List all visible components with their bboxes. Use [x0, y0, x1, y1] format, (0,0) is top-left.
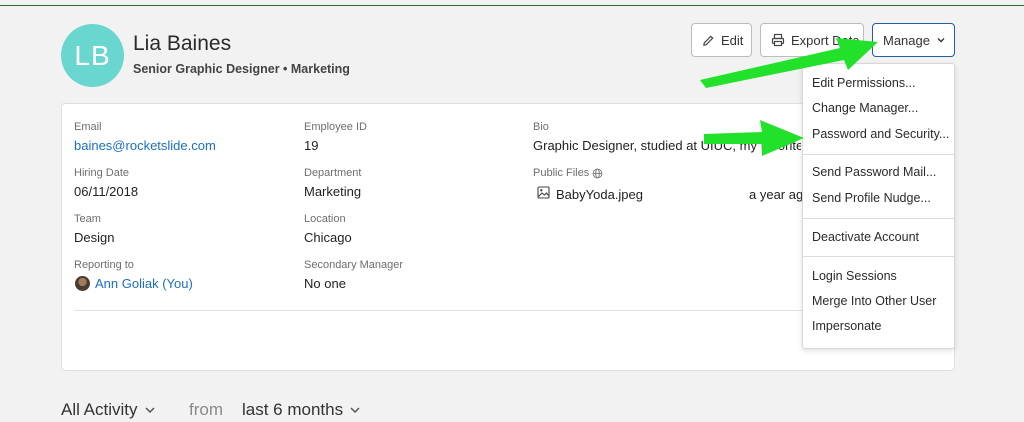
activity-range-label: last 6 months [242, 400, 344, 419]
hiring-date-value: 06/11/2018 [74, 184, 139, 199]
file-timestamp: a year ago [749, 187, 802, 202]
public-files-label-text: Public Files [533, 167, 590, 179]
menu-item-edit-permissions[interactable]: Edit Permissions... [812, 76, 916, 90]
email-link[interactable]: baines@rocketslide.com [74, 138, 216, 153]
manage-button[interactable]: Manage [872, 23, 955, 57]
profile-subtitle: Senior Graphic Designer • Marketing [133, 62, 350, 76]
menu-item-impersonate[interactable]: Impersonate [812, 319, 881, 333]
bio-value: Graphic Designer, studied at UIUC, my fa… [533, 138, 801, 153]
location-label: Location [304, 213, 346, 225]
edit-button-label: Edit [721, 32, 744, 48]
reporting-to-label: Reporting to [74, 259, 134, 271]
manager-avatar [75, 276, 90, 291]
chevron-down-icon [350, 407, 360, 414]
secondary-manager-value: No one [304, 276, 346, 291]
bio-label: Bio [533, 121, 549, 133]
menu-item-send-password-mail[interactable]: Send Password Mail... [812, 165, 936, 179]
menu-item-change-manager[interactable]: Change Manager... [812, 101, 918, 115]
employee-id-value: 19 [304, 138, 319, 153]
employee-id-label: Employee ID [304, 121, 367, 133]
manage-dropdown-menu: Edit Permissions... Change Manager... Pa… [802, 63, 955, 349]
image-file-icon [537, 186, 550, 204]
activity-from-label: from [189, 400, 223, 419]
activity-range-dropdown[interactable]: last 6 months [242, 400, 361, 420]
activity-filter-dropdown[interactable]: All Activity [61, 400, 156, 420]
edit-button[interactable]: Edit [691, 23, 752, 57]
menu-item-merge-user[interactable]: Merge Into Other User [812, 294, 936, 308]
file-link[interactable]: BabyYoda.jpeg [556, 187, 643, 202]
hiring-date-label: Hiring Date [74, 167, 130, 179]
menu-divider [803, 218, 954, 219]
menu-item-deactivate-account[interactable]: Deactivate Account [812, 230, 919, 244]
chevron-down-icon [145, 407, 155, 414]
profile-avatar: LB [61, 24, 124, 87]
export-data-button[interactable]: Export Data [760, 23, 864, 57]
manage-button-label: Manage [883, 32, 930, 48]
menu-divider [803, 256, 954, 257]
pencil-icon [703, 34, 714, 46]
menu-item-send-profile-nudge[interactable]: Send Profile Nudge... [812, 191, 931, 205]
team-value: Design [74, 230, 115, 245]
chevron-down-icon [937, 38, 945, 43]
export-button-label: Export Data [791, 32, 860, 48]
menu-item-password-security[interactable]: Password and Security... [812, 127, 949, 141]
menu-item-login-sessions[interactable]: Login Sessions [812, 269, 897, 283]
printer-icon [771, 33, 785, 47]
department-label: Department [304, 167, 362, 179]
public-files-label: Public Files [533, 167, 603, 179]
menu-divider [803, 154, 954, 155]
globe-icon [592, 168, 603, 178]
card-divider [74, 310, 802, 311]
location-value: Chicago [304, 230, 352, 245]
profile-name: Lia Baines [133, 32, 232, 55]
top-border-line [0, 5, 1024, 6]
team-label: Team [74, 213, 101, 225]
activity-filter-label: All Activity [61, 400, 138, 419]
secondary-manager-label: Secondary Manager [304, 259, 404, 271]
department-value: Marketing [304, 184, 362, 199]
email-label: Email [74, 121, 102, 133]
reporting-to-link[interactable]: Ann Goliak (You) [95, 276, 193, 291]
